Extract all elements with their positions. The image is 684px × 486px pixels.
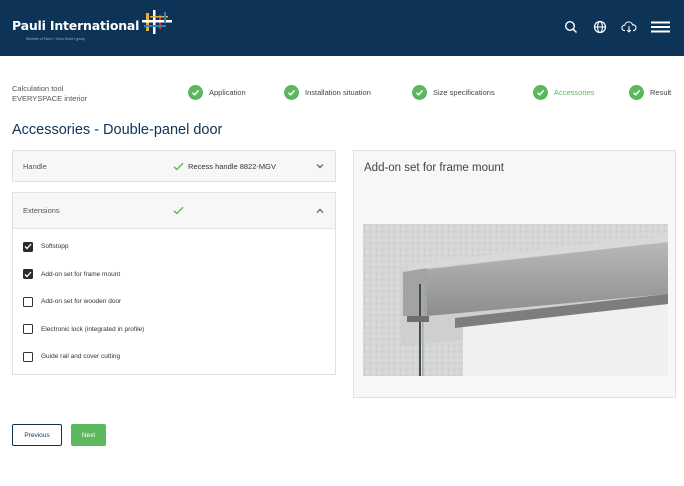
check-circle-icon <box>629 84 644 100</box>
option-softstopp[interactable]: Softstopp <box>13 233 335 261</box>
step-size-specifications[interactable]: Size specifications <box>412 84 495 100</box>
brand-logo-mark-icon <box>142 10 173 34</box>
check-circle-icon <box>533 84 548 100</box>
option-label: Guide rail and cover cutting <box>41 353 121 361</box>
extensions-panel: Extensions Softstopp Add-on set for fram… <box>12 192 336 375</box>
handle-selected-value: Recess handle 8822-MGV <box>188 161 276 171</box>
brand-name: Pauli International <box>12 17 140 33</box>
checkbox-checked[interactable] <box>23 269 33 280</box>
next-button[interactable]: Next <box>71 424 106 446</box>
check-circle-icon <box>284 84 299 100</box>
check-circle-icon <box>412 84 427 100</box>
preview-title: Add-on set for frame mount <box>364 162 504 174</box>
step-label: Size specifications <box>433 87 495 97</box>
checkbox-unchecked[interactable] <box>23 324 33 335</box>
option-add-on-set-wooden-door[interactable]: Add-on set for wooden door <box>13 288 335 316</box>
step-result[interactable]: Result <box>629 84 671 100</box>
checkbox-checked[interactable] <box>23 241 33 252</box>
page-title: Accessories - Double-panel door <box>12 122 223 138</box>
checkbox-unchecked[interactable] <box>23 296 33 307</box>
tool-name: Calculation tool <box>12 84 64 93</box>
menu-icon[interactable] <box>650 19 670 35</box>
extensions-status <box>173 206 184 215</box>
top-header: Pauli International Member of Pauli + So… <box>0 0 684 56</box>
handle-label: Handle <box>23 161 47 171</box>
preview-panel: Add-on set for frame mount <box>353 150 676 398</box>
option-add-on-set-frame-mount[interactable]: Add-on set for frame mount <box>13 261 335 289</box>
step-label: Installation situation <box>305 87 371 97</box>
step-label: Application <box>209 87 246 97</box>
handle-value: Recess handle 8822-MGV <box>173 162 276 171</box>
previous-button[interactable]: Previous <box>12 424 62 446</box>
handle-panel-header[interactable]: Handle Recess handle 8822-MGV <box>13 151 335 181</box>
check-circle-icon <box>188 84 203 100</box>
step-application[interactable]: Application <box>188 84 246 100</box>
step-installation-situation[interactable]: Installation situation <box>284 84 371 100</box>
extensions-panel-header[interactable]: Extensions <box>13 193 335 229</box>
option-electronic-lock[interactable]: Electronic lock (integrated in profile) <box>13 316 335 344</box>
handle-panel: Handle Recess handle 8822-MGV <box>12 150 336 182</box>
step-accessories[interactable]: Accessories <box>533 84 594 100</box>
tool-product: EVERYSPACE interior <box>12 94 88 103</box>
brand-tagline: Member of Pauli + Sohn GmbH group <box>26 37 85 41</box>
option-label: Electronic lock (integrated in profile) <box>41 325 145 333</box>
checkbox-unchecked[interactable] <box>23 351 33 362</box>
calculation-tool-label: Calculation tool EVERYSPACE interior <box>12 84 87 104</box>
step-label: Result <box>650 87 672 97</box>
extensions-label: Extensions <box>23 206 60 215</box>
search-icon[interactable] <box>563 19 579 35</box>
option-guide-rail-cover-cutting[interactable]: Guide rail and cover cutting <box>13 343 335 371</box>
option-label: Add-on set for frame mount <box>41 270 121 278</box>
cloud-download-icon[interactable] <box>621 19 637 35</box>
option-label: Add-on set for wooden door <box>41 298 122 306</box>
chevron-up-icon[interactable] <box>315 206 325 216</box>
chevron-down-icon[interactable] <box>315 161 325 171</box>
brand-logo[interactable]: Pauli International Member of Pauli + So… <box>12 10 173 41</box>
checkmark-icon <box>173 206 184 215</box>
globe-icon[interactable] <box>592 19 608 35</box>
checkmark-icon <box>173 162 184 170</box>
product-photo <box>363 224 668 376</box>
option-label: Softstopp <box>41 243 69 251</box>
step-label: Accessories <box>554 87 595 97</box>
